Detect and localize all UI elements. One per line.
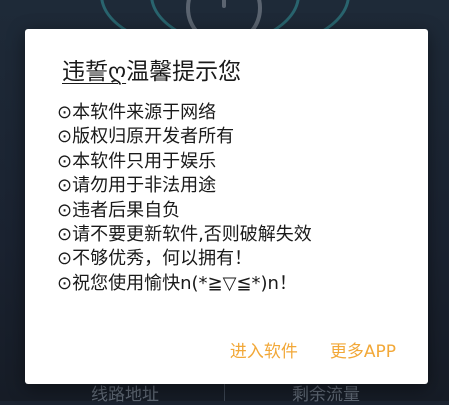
- notice-message-line: ⊙本软件来源于网络: [57, 102, 217, 123]
- notice-message-line: ⊙祝您使用愉快n(*≧▽≦*)n！: [57, 272, 297, 294]
- dialog-title-author: 违誓ღ: [62, 59, 127, 85]
- enter-app-button[interactable]: 进入软件: [230, 337, 298, 362]
- notice-message-line: ⊙版权归原开发者所有: [57, 126, 235, 148]
- notice-message-line: ⊙不够优秀，何以拥有！: [57, 248, 253, 270]
- notice-message-line: ⊙请勿用于非法用途: [57, 175, 217, 197]
- more-apps-button[interactable]: 更多APP: [330, 337, 396, 362]
- notice-message-list: ⊙本软件来源于网络 ⊙版权归原开发者所有 ⊙本软件只用于娱乐 ⊙请勿用于非法用途…: [57, 101, 312, 296]
- dialog-title-text: 温馨提示您: [126, 59, 242, 85]
- notice-message-line: ⊙本软件只用于娱乐: [57, 150, 217, 172]
- notice-message-line: ⊙违者后果自负: [57, 199, 181, 221]
- dialog-actions: 进入软件 更多APP: [230, 337, 396, 362]
- notice-message-line: ⊙请不要更新软件,否则破解失效: [57, 224, 312, 246]
- notice-dialog: 违誓ღ温馨提示您 ⊙本软件来源于网络 ⊙版权归原开发者所有 ⊙本软件只用于娱乐 …: [25, 29, 428, 384]
- dialog-title: 违誓ღ温馨提示您: [62, 57, 241, 87]
